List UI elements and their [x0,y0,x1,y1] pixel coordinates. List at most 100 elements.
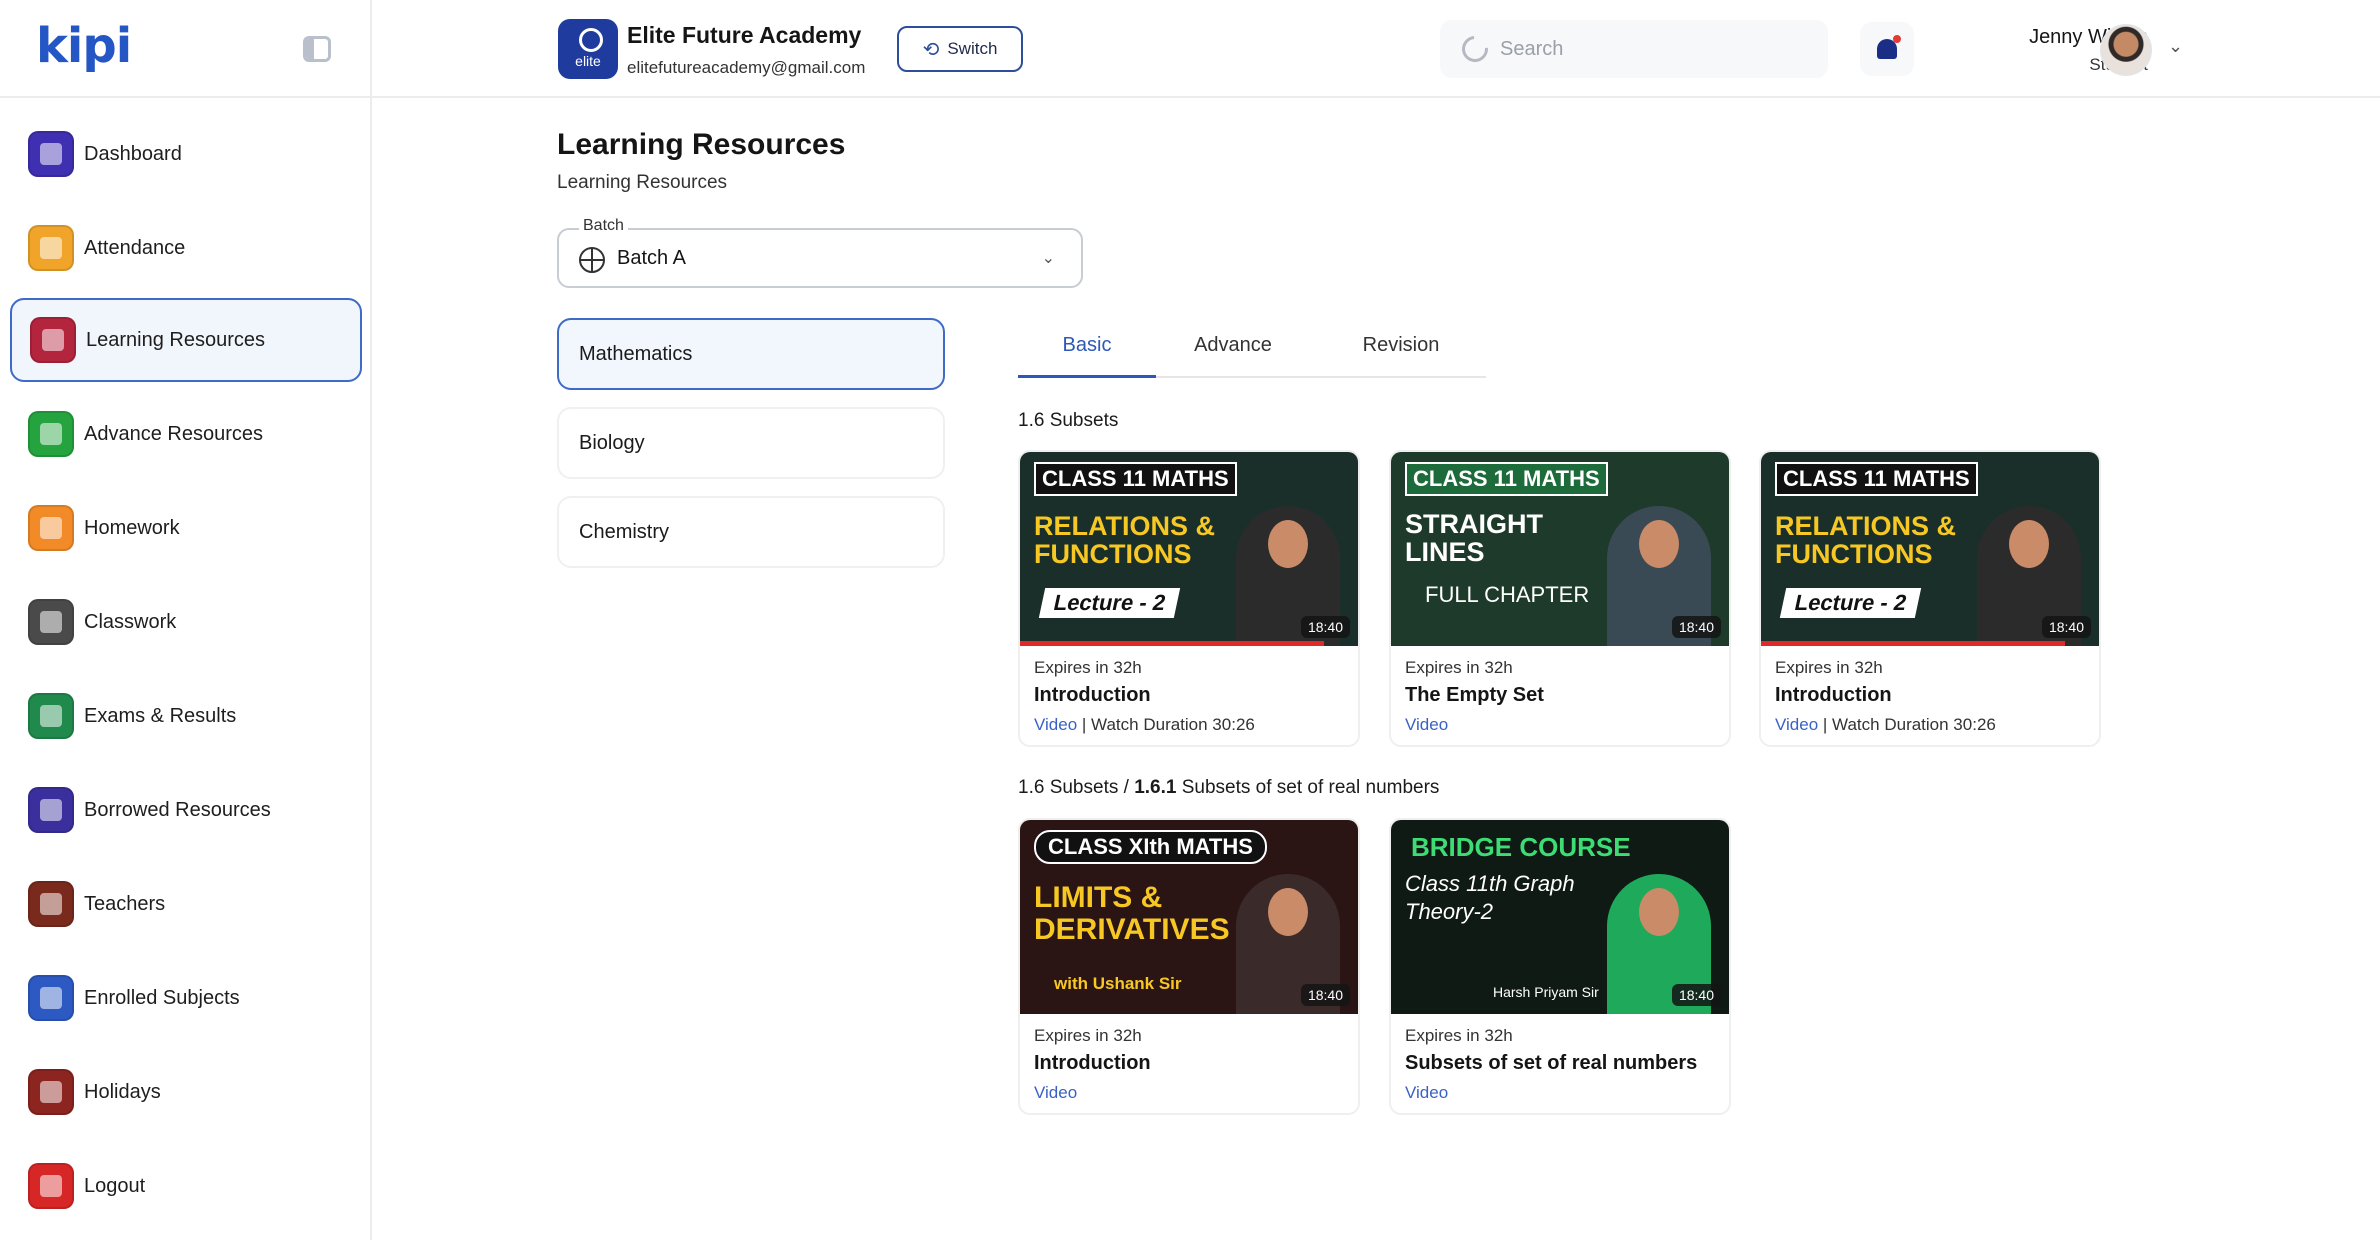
academy-email: elitefutureacademy@gmail.com [627,58,866,77]
card-meta: Video | Watch Duration 30:26 [1034,715,1344,735]
tab-basic[interactable]: Basic [1018,334,1156,357]
resource-card[interactable]: CLASS XIth MATHS LIMITS & DERIVATIVES wi… [1018,818,1360,1115]
sidebar-item-label: Enrolled Subjects [84,986,240,1009]
video-thumbnail[interactable]: CLASS 11 MATHS RELATIONS & FUNCTIONS Lec… [1020,452,1358,646]
expires-text: Expires in 32h [1034,1026,1142,1045]
sidebar-header: kipi [0,0,370,98]
sidebar-item-borrowed-resources[interactable]: Borrowed Resources [10,768,362,852]
duration-badge: 18:40 [1671,984,1721,1006]
thumbnail-topic: Class 11th Graph Theory-2 [1405,871,1575,924]
teachers-icon [28,881,74,927]
resource-card[interactable]: BRIDGE COURSE Class 11th Graph Theory-2 … [1389,818,1731,1115]
sidebar-item-teachers[interactable]: Teachers [10,862,362,946]
academy-logo: elite [558,19,618,79]
learning-resources-icon [30,317,76,363]
watch-progress [1761,641,2066,646]
thumbnail-title: BRIDGE COURSE [1411,832,1631,862]
card-title: The Empty Set [1405,684,1544,706]
section-breadcrumb: 1.6 Subsets / 1.6.1 Subsets of set of re… [1018,777,1439,799]
search-icon [1456,30,1494,68]
tab-revision[interactable]: Revision [1336,334,1466,357]
sidebar-item-attendance[interactable]: Attendance [10,206,362,290]
logout-icon [28,1163,74,1209]
resource-card[interactable]: CLASS 11 MATHS RELATIONS & FUNCTIONS Lec… [1018,450,1360,747]
sidebar-item-learning-resources[interactable]: Learning Resources [10,298,362,382]
sidebar-item-dashboard[interactable]: Dashboard [10,112,362,196]
advance-resources-icon [28,411,74,457]
sidebar-collapse-icon[interactable] [303,36,331,62]
thumbnail-lecture: Lecture - 2 [1038,588,1181,618]
resource-type: Video [1775,715,1819,734]
sidebar-item-label: Logout [84,1174,146,1197]
page-subtitle: Learning Resources [557,172,728,193]
search-input[interactable] [1500,37,1800,61]
breadcrumb-number: 1.6.1 [1134,777,1177,798]
breadcrumb-suffix: Subsets of set of real numbers [1176,777,1440,798]
attendance-icon [28,225,74,271]
subject-biology[interactable]: Biology [557,407,945,479]
page-title: Learning Resources [557,128,846,161]
avatar[interactable] [2100,24,2152,76]
sidebar-item-label: Borrowed Resources [84,798,271,821]
level-tabs: Basic Advance Revision [1018,320,1486,378]
sidebar-item-label: Exams & Results [84,704,237,727]
switch-button[interactable]: ⟲ Switch [897,26,1023,72]
duration-badge: 18:40 [1671,616,1721,638]
sidebar-item-homework[interactable]: Homework [10,486,362,570]
thumbnail-lecture: Harsh Priyam Sir [1493,984,1599,1000]
refresh-icon: ⟲ [922,38,940,61]
enrolled-subjects-icon [28,975,74,1021]
homework-icon [28,505,74,551]
card-meta: Video | Watch Duration 30:26 [1775,715,2085,735]
borrowed-resources-icon [28,787,74,833]
expires-text: Expires in 32h [1775,658,1883,677]
holidays-icon [28,1069,74,1115]
video-thumbnail[interactable]: CLASS 11 MATHS STRAIGHT LINES FULL CHAPT… [1391,452,1729,646]
search-box[interactable] [1440,20,1828,78]
switch-label: Switch [947,39,998,58]
batch-value: Batch A [617,247,686,269]
thumbnail-lecture: Lecture - 2 [1779,588,1922,618]
resource-type: Video [1405,715,1449,734]
thumbnail-title: CLASS 11 MATHS [1775,462,1978,496]
active-tab-indicator [1018,375,1156,378]
card-meta: Video [1405,1083,1715,1103]
card-title: Introduction [1775,684,1892,706]
thumbnail-lecture: FULL CHAPTER [1425,582,1590,607]
sidebar-item-classwork[interactable]: Classwork [10,580,362,664]
subject-chemistry[interactable]: Chemistry [557,496,945,568]
thumbnail-title: CLASS 11 MATHS [1034,462,1237,496]
resource-card[interactable]: CLASS 11 MATHS RELATIONS & FUNCTIONS Lec… [1759,450,2101,747]
sidebar-item-advance-resources[interactable]: Advance Resources [10,392,362,476]
globe-icon [579,247,605,273]
section-label: 1.6 Subsets [1018,410,1119,431]
expires-text: Expires in 32h [1405,1026,1513,1045]
subject-mathematics[interactable]: Mathematics [557,318,945,390]
sidebar-item-holidays[interactable]: Holidays [10,1050,362,1134]
thumbnail-topic: RELATIONS & FUNCTIONS [1775,511,1956,569]
sidebar-item-enrolled-subjects[interactable]: Enrolled Subjects [10,956,362,1040]
top-header: elite Elite Future Academy elitefutureac… [372,0,2380,98]
sidebar-item-label: Holidays [84,1080,161,1103]
sidebar-item-label: Dashboard [84,142,182,165]
chevron-down-icon[interactable]: ⌄ [2168,36,2183,57]
card-meta: Video [1034,1083,1344,1103]
notification-button[interactable] [1860,22,1914,76]
video-thumbnail[interactable]: BRIDGE COURSE Class 11th Graph Theory-2 … [1391,820,1729,1014]
sidebar-item-logout[interactable]: Logout [10,1144,362,1228]
watch-progress [1020,641,1325,646]
batch-legend: Batch [579,217,628,235]
bell-icon [1877,35,1901,59]
duration-badge: 18:40 [1300,984,1350,1006]
sidebar-item-label: Advance Resources [84,422,263,445]
video-thumbnail[interactable]: CLASS XIth MATHS LIMITS & DERIVATIVES wi… [1020,820,1358,1014]
resource-card[interactable]: CLASS 11 MATHS STRAIGHT LINES FULL CHAPT… [1389,450,1731,747]
video-thumbnail[interactable]: CLASS 11 MATHS RELATIONS & FUNCTIONS Lec… [1761,452,2099,646]
sidebar: kipi Dashboard Attendance Learning Resou… [0,0,372,1240]
thumbnail-lecture: with Ushank Sir [1054,974,1182,993]
watch-duration: | Watch Duration 30:26 [1081,715,1255,734]
sidebar-item-exams-results[interactable]: Exams & Results [10,674,362,758]
thumbnail-topic: RELATIONS & FUNCTIONS [1034,511,1215,569]
batch-select[interactable]: Batch Batch A ⌄ [557,217,1083,288]
tab-advance[interactable]: Advance [1168,334,1298,357]
